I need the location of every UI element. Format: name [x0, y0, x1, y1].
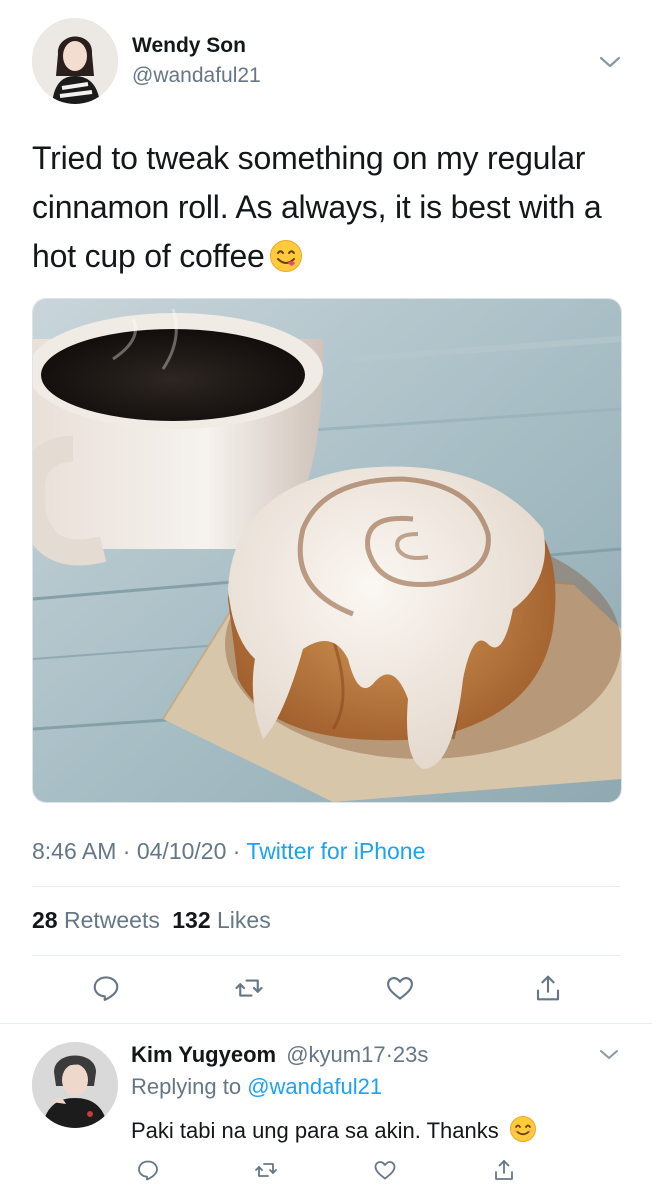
likes-count[interactable]: 132 — [172, 907, 210, 933]
smiling-face-icon — [509, 1115, 537, 1143]
replying-to-mention[interactable]: @wandaful21 — [247, 1074, 382, 1099]
tweet-text: Tried to tweak something on my regular c… — [32, 134, 622, 281]
tweet-time: 8:46 AM — [32, 838, 117, 864]
tweet-photo[interactable] — [32, 298, 622, 803]
tweet-date: 04/10/20 — [136, 838, 227, 864]
reply-header: Kim Yugyeom @kyum17·23s — [131, 1042, 428, 1068]
tweet-meta: 8:46 AM · 04/10/20 · Twitter for iPhone — [32, 838, 425, 865]
replying-to-label: Replying to — [131, 1074, 242, 1099]
reply-separator: · — [385, 1042, 393, 1067]
likes-label[interactable]: Likes — [217, 907, 271, 933]
author-avatar[interactable] — [32, 18, 118, 104]
reply-time[interactable]: 23s — [393, 1042, 428, 1067]
reply-icon[interactable] — [86, 968, 126, 1008]
reply-icon[interactable] — [128, 1150, 168, 1190]
tweet-text-content: Tried to tweak something on my regular c… — [32, 140, 602, 274]
retweet-icon[interactable] — [229, 968, 269, 1008]
tweet-stats: 28 Retweets 132 Likes — [32, 907, 271, 934]
reply-text-content: Paki tabi na ung para sa akin. Thanks — [131, 1118, 499, 1143]
chevron-down-icon[interactable] — [598, 52, 622, 72]
divider — [32, 886, 620, 887]
share-icon[interactable] — [484, 1150, 524, 1190]
heart-icon[interactable] — [365, 1150, 405, 1190]
author-handle[interactable]: @wandaful21 — [132, 64, 261, 88]
retweets-count[interactable]: 28 — [32, 907, 58, 933]
retweet-icon[interactable] — [246, 1150, 286, 1190]
smiling-face-savoring-food-icon — [269, 238, 303, 272]
meta-separator: · — [122, 838, 131, 864]
retweets-label[interactable]: Retweets — [64, 907, 160, 933]
section-divider — [0, 1023, 652, 1024]
chevron-down-icon[interactable] — [598, 1046, 620, 1064]
divider — [32, 955, 620, 956]
heart-icon[interactable] — [380, 968, 420, 1008]
replying-to: Replying to @wandaful21 — [131, 1074, 382, 1100]
reply-author-avatar[interactable] — [32, 1042, 118, 1128]
author-name[interactable]: Wendy Son — [132, 34, 246, 58]
share-icon[interactable] — [528, 968, 568, 1008]
reply-author-name[interactable]: Kim Yugyeom — [131, 1042, 276, 1067]
reply-text: Paki tabi na ung para sa akin. Thanks — [131, 1115, 537, 1144]
reply-author-handle[interactable]: @kyum17 — [286, 1042, 385, 1067]
meta-separator: · — [232, 838, 241, 864]
tweet-source-link[interactable]: Twitter for iPhone — [246, 838, 425, 864]
